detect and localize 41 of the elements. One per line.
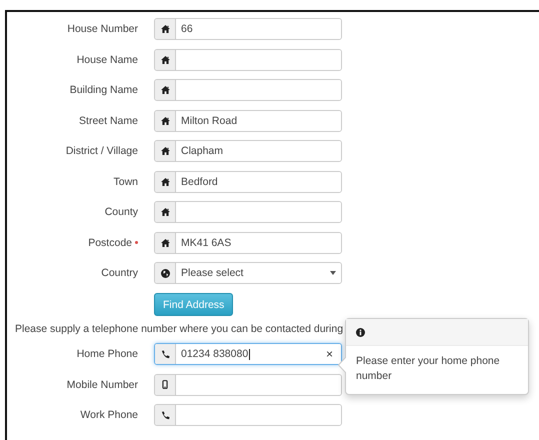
input-field[interactable]: 01234 838080 ×	[154, 343, 342, 365]
field-label: Town	[112, 176, 138, 188]
field-label: House Number	[66, 23, 138, 35]
mobile-phone-icon	[162, 380, 168, 389]
field-label: Building Name	[68, 84, 138, 96]
house-icon	[160, 238, 170, 246]
input-field[interactable]: Clapham	[154, 140, 342, 162]
house-icon	[160, 56, 170, 64]
field-label: Postcode	[7, 236, 138, 248]
field-label: Street Name	[78, 114, 138, 126]
input-field[interactable]	[154, 404, 342, 426]
house-icon	[160, 208, 170, 216]
popover-message: Please enter your home phone number	[355, 354, 501, 384]
input-field[interactable]	[154, 48, 342, 70]
house-icon	[160, 116, 170, 124]
input-field[interactable]	[154, 374, 342, 396]
house-icon	[160, 86, 170, 94]
field-label: County	[104, 206, 138, 218]
phone-instruction-text: Please supply a telephone number where you can be contacted during	[15, 323, 344, 335]
input-field[interactable]: MK41 6AS	[154, 232, 342, 254]
clear-button[interactable]: ×	[322, 347, 336, 361]
input-field[interactable]	[154, 201, 342, 223]
dropdown-caret-icon	[330, 271, 336, 275]
field-label: House Name	[76, 54, 138, 66]
phone-icon	[160, 410, 170, 420]
input-field[interactable]: Milton Road	[154, 110, 342, 132]
input-field[interactable]	[154, 79, 342, 101]
info-icon	[356, 328, 365, 336]
field-label: Work Phone	[79, 409, 138, 421]
field-label: District / Village	[64, 145, 138, 157]
field-label: Country	[100, 267, 138, 279]
input-field[interactable]: 66	[154, 18, 342, 40]
house-icon	[160, 25, 170, 33]
globe-icon	[160, 268, 170, 278]
house-icon	[160, 178, 170, 186]
country-dropdown[interactable]: Please select	[154, 262, 342, 284]
field-label: Mobile Number	[66, 378, 138, 390]
house-icon	[160, 147, 170, 155]
input-field[interactable]: Bedford	[154, 170, 342, 192]
field-label: Home Phone	[76, 348, 138, 360]
phone-icon	[160, 350, 170, 358]
